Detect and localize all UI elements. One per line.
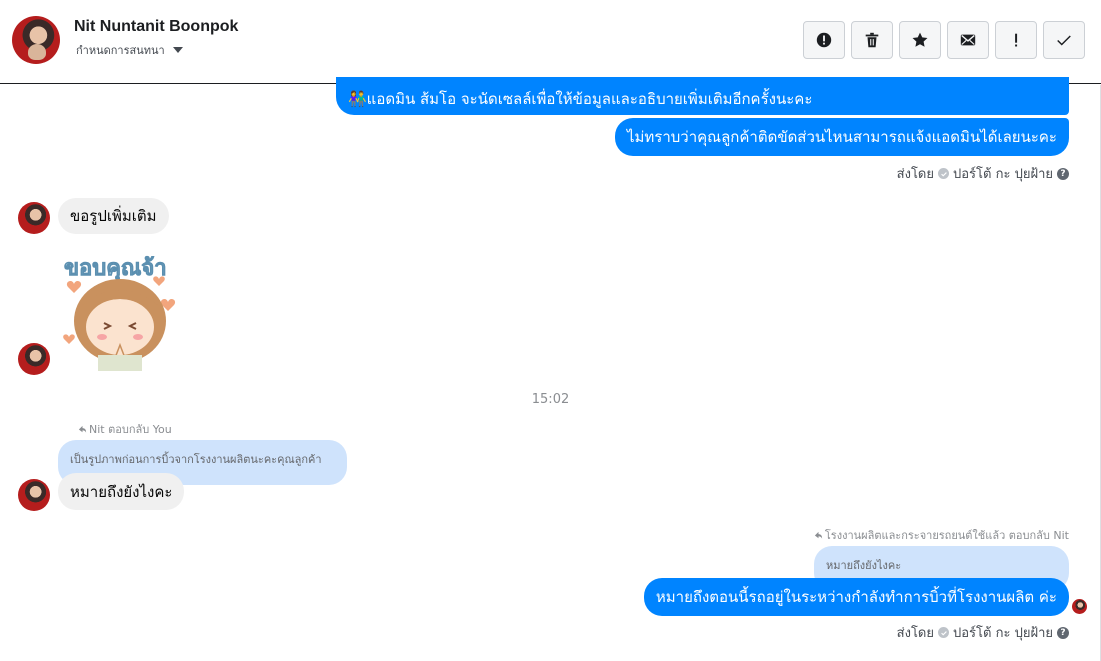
- conversation-toolbar: [803, 21, 1085, 59]
- verified-check-icon: [938, 168, 949, 179]
- star-icon: [912, 32, 928, 47]
- contact-avatar-small[interactable]: [18, 479, 50, 511]
- conversation-settings[interactable]: กำหนดการสนทนา: [76, 41, 183, 59]
- sticker-caption: ขอบคุณจ้า: [64, 256, 167, 282]
- envelope-icon: [960, 34, 976, 46]
- sender-name[interactable]: ปอร์โต้ กะ ปุยฝ้าย: [953, 163, 1053, 184]
- star-button[interactable]: [899, 21, 941, 59]
- spam-button[interactable]: [995, 21, 1037, 59]
- thank-you-sticker[interactable]: ขอบคุณจ้า: [58, 245, 182, 372]
- sent-by-label: ส่งโดย ปอร์โต้ กะ ปุยฝ้าย ?: [897, 622, 1069, 643]
- conversation-settings-label: กำหนดการสนทนา: [76, 44, 165, 57]
- incoming-message[interactable]: หมายถึงยังไงคะ: [58, 473, 185, 510]
- mark-unread-button[interactable]: [947, 21, 989, 59]
- alert-circle-icon: [816, 32, 832, 48]
- contact-avatar[interactable]: [12, 16, 60, 64]
- reply-arrow-icon: [78, 425, 87, 433]
- checkmark-icon: [1057, 35, 1071, 46]
- help-icon[interactable]: ?: [1057, 626, 1069, 639]
- delete-button[interactable]: [851, 21, 893, 59]
- reply-label-text: โรงงานผลิตและกระจายรถยนต์ใช้แล้ว ตอบกลับ…: [824, 529, 1069, 542]
- reply-label: Nit ตอบกลับ You: [78, 420, 172, 438]
- time-divider: 15:02: [531, 392, 570, 407]
- done-button[interactable]: [1043, 21, 1085, 59]
- reply-label: โรงงานผลิตและกระจายรถยนต์ใช้แล้ว ตอบกลับ…: [814, 526, 1069, 544]
- verified-check-icon: [938, 627, 949, 638]
- report-button[interactable]: [803, 21, 845, 59]
- exclamation-icon: [1015, 33, 1018, 47]
- trash-icon: [865, 32, 879, 48]
- sent-by-label: ส่งโดย ปอร์โต้ กะ ปุยฝ้าย ?: [897, 163, 1069, 184]
- seen-avatar: [1072, 599, 1087, 614]
- sent-by-prefix: ส่งโดย: [896, 626, 934, 641]
- outgoing-message[interactable]: ไม่ทราบว่าคุณลูกค้าติดขัดส่วนไหนสามารถแจ…: [614, 118, 1069, 156]
- contact-avatar-small[interactable]: [18, 202, 50, 234]
- outgoing-message[interactable]: หมายถึงตอนนี้รถอยู่ในระหว่างกำลังทำการบิ…: [643, 578, 1069, 616]
- caret-down-icon: [172, 47, 183, 53]
- help-icon[interactable]: ?: [1057, 167, 1069, 180]
- incoming-message[interactable]: ขอรูปเพิ่มเติม: [58, 198, 169, 234]
- sender-name[interactable]: ปอร์โต้ กะ ปุยฝ้าย: [953, 622, 1053, 643]
- outgoing-message[interactable]: 👫แอดมิน ส้มโอ จะนัดเซลล์เพื่อให้ข้อมูลแล…: [336, 77, 1069, 115]
- reply-label-text: Nit ตอบกลับ You: [89, 423, 172, 436]
- message-thread[interactable]: 👫แอดมิน ส้มโอ จะนัดเซลล์เพื่อให้ข้อมูลแล…: [0, 77, 1101, 661]
- conversation-header: Nit Nuntanit Boonpok กำหนดการสนทนา: [0, 0, 1101, 84]
- reply-arrow-icon: [814, 531, 822, 539]
- contact-avatar-small[interactable]: [18, 343, 50, 375]
- sent-by-prefix: ส่งโดย: [896, 167, 934, 182]
- contact-name[interactable]: Nit Nuntanit Boonpok: [74, 18, 238, 36]
